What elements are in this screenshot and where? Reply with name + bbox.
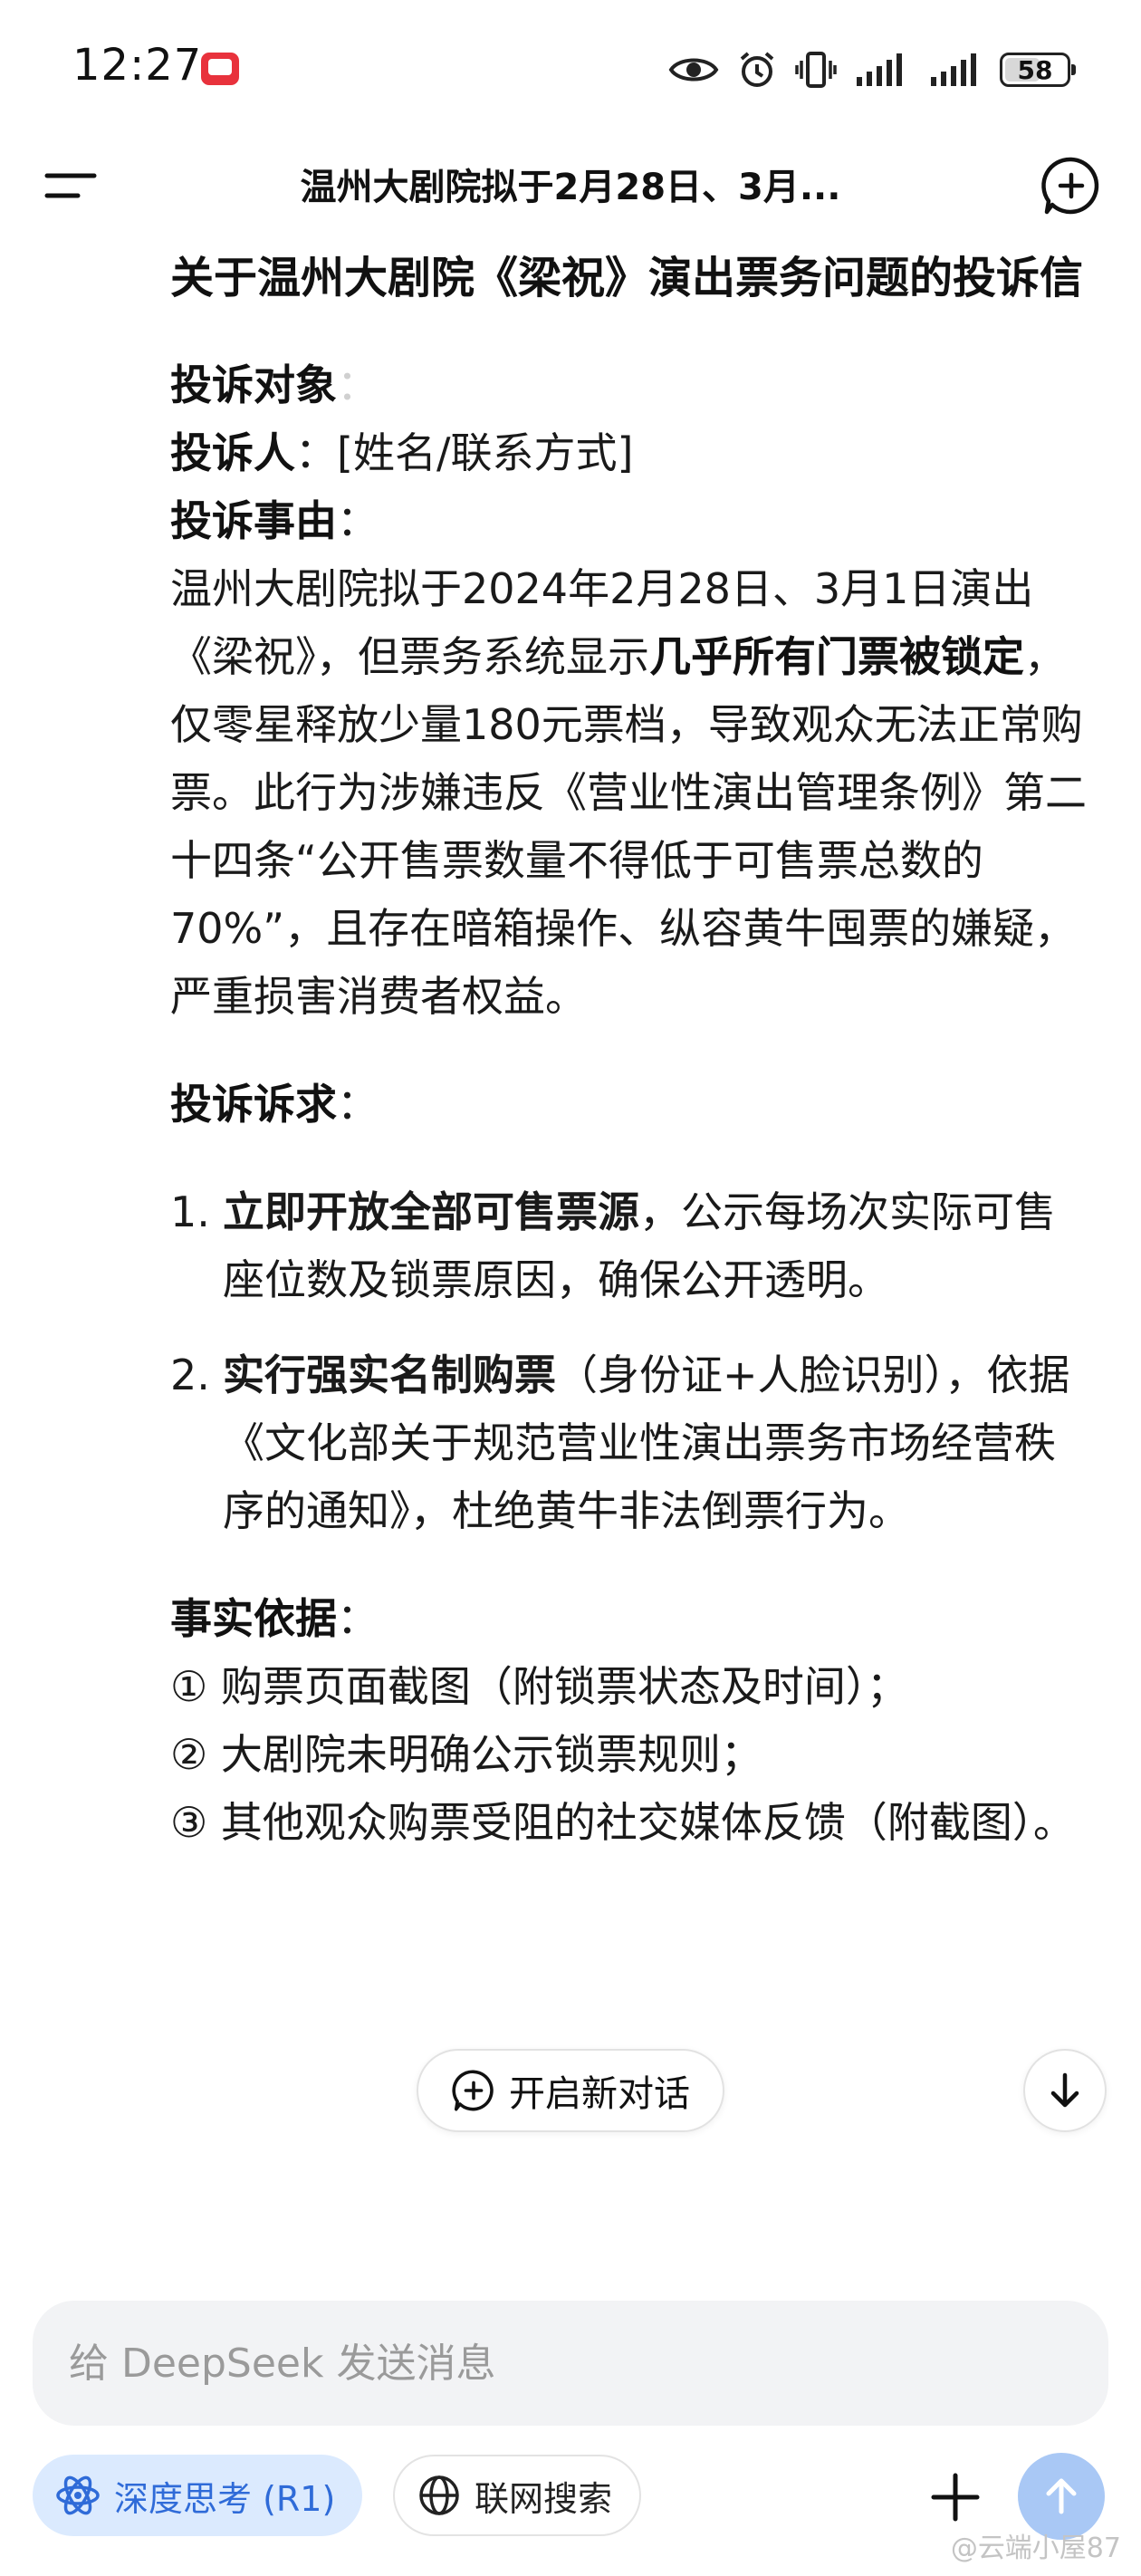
reason-bold: 几乎所有门票被锁定	[649, 632, 1024, 681]
demands-colon: ：	[337, 1080, 379, 1129]
demands-heading: 投诉诉求：	[170, 1071, 1094, 1139]
new-chat-button[interactable]	[1040, 154, 1103, 217]
demand-bold: 实行强实名制购票	[223, 1350, 556, 1399]
target-label: 投诉对象	[170, 360, 337, 409]
reason-label: 投诉事由	[170, 496, 337, 545]
reason-text: 温州大剧院拟于2024年2月28日、3月1日演出《梁祝》，但票务系统显示几乎所有…	[170, 555, 1094, 1031]
list-item: 1. 立即开放全部可售票源，公示每场次实际可售座位数及锁票原因，确保公开透明。	[170, 1178, 1094, 1314]
arrow-up-icon	[1046, 2478, 1077, 2514]
plus-icon	[931, 2473, 980, 2522]
reason-heading: 投诉事由：	[170, 487, 1094, 555]
web-search-label: 联网搜索	[475, 2478, 613, 2519]
reason-text-2: ，仅零星释放少量180元票档，导致观众无法正常购票。此行为涉嫌违反《营业性演出管…	[170, 632, 1087, 1021]
new-conversation-label: 开启新对话	[509, 2073, 690, 2115]
evidence-label: 事实依据	[170, 1594, 337, 1643]
chat-title: 温州大剧院拟于2月28日、3月...	[300, 167, 841, 208]
chat-header: 温州大剧院拟于2月28日、3月...	[0, 136, 1141, 235]
status-bar: 12:27 58	[0, 0, 1141, 136]
new-chat-icon	[1041, 157, 1099, 215]
atom-icon	[56, 2475, 100, 2515]
new-conversation-button[interactable]: 开启新对话	[417, 2049, 724, 2132]
attach-button[interactable]	[922, 2464, 989, 2531]
demands-list: 1. 立即开放全部可售票源，公示每场次实际可售座位数及锁票原因，确保公开透明。 2…	[170, 1178, 1094, 1545]
watermark: @云端小屋87	[951, 2525, 1121, 2565]
target-value: ：	[337, 360, 379, 409]
complainant-value: ：[姓名/联系方式]	[295, 428, 634, 477]
demands-label: 投诉诉求	[170, 1080, 337, 1129]
menu-icon	[44, 173, 97, 198]
arrow-down-icon	[1050, 2072, 1079, 2108]
letter-title: 关于温州大剧院《梁祝》演出票务问题的投诉信	[170, 253, 1084, 303]
target-line: 投诉对象：	[170, 351, 1094, 419]
evidence-heading: 事实依据：	[170, 1585, 1094, 1653]
evidence-item: ① 购票页面截图（附锁票状态及时间）；	[170, 1662, 908, 1711]
evidence-item: ③ 其他观众购票受阻的社交媒体反馈（附截图）。	[170, 1798, 1075, 1847]
globe-icon	[419, 2475, 459, 2515]
demand-bold: 立即开放全部可售票源	[223, 1187, 639, 1236]
notification-icon	[201, 53, 239, 85]
complainant-line: 投诉人：[姓名/联系方式]	[170, 419, 1094, 487]
list-number: 1.	[170, 1187, 210, 1236]
reason-colon: ：	[337, 496, 379, 545]
menu-button[interactable]	[40, 163, 103, 208]
alarm-icon	[740, 52, 774, 87]
deep-think-toggle[interactable]: 深度思考 (R1)	[33, 2455, 363, 2536]
web-search-toggle[interactable]: 联网搜索	[393, 2455, 642, 2536]
battery-level: 58	[1017, 54, 1053, 85]
new-chat-icon	[452, 2070, 494, 2111]
evidence-item: ② 大剧院未明确公示锁票规则；	[170, 1730, 762, 1779]
status-icons: 58	[668, 47, 1076, 92]
evidence-colon: ：	[337, 1594, 379, 1643]
vibrate-icon	[795, 52, 837, 88]
battery-indicator: 58	[1000, 53, 1076, 87]
deep-think-label: 深度思考 (R1)	[114, 2478, 336, 2519]
composer: 深度思考 (R1) 联网搜索 @云端小屋87	[0, 2264, 1141, 2576]
watermark-text: @云端小屋87	[950, 2533, 1121, 2564]
signal-icon	[857, 53, 902, 86]
scroll-to-bottom-button[interactable]	[1023, 2049, 1107, 2132]
eye-icon	[668, 58, 719, 82]
message-input[interactable]	[33, 2301, 1108, 2426]
list-number: 2.	[170, 1350, 210, 1399]
status-time: 12:27	[72, 40, 203, 91]
signal-icon-2	[931, 53, 976, 86]
list-item: 2. 实行强实名制购票（身份证+人脸识别），依据《文化部关于规范营业性演出票务市场…	[170, 1341, 1094, 1545]
message-content: 关于温州大剧院《梁祝》演出票务问题的投诉信 投诉对象： 投诉人：[姓名/联系方式…	[170, 245, 1094, 1857]
complainant-label: 投诉人	[170, 428, 295, 477]
